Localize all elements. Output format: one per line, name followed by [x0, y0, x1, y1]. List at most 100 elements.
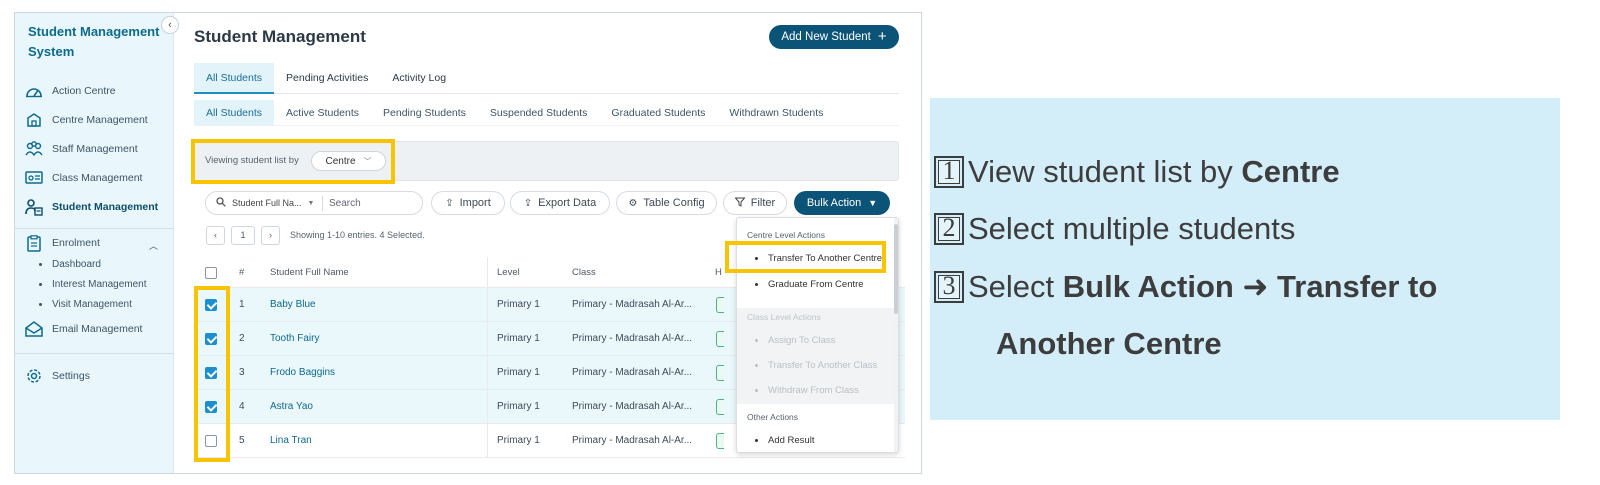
instruction-step-2: 2 Select multiple students — [934, 211, 1295, 247]
menu-item-add-result[interactable]: Add Result — [755, 435, 814, 446]
sidebar-collapse-button[interactable]: ‹ — [161, 16, 179, 34]
search-divider — [322, 196, 323, 211]
menu-item-graduate-from-centre[interactable]: Graduate From Centre — [755, 279, 864, 290]
menu-disabled-section: Class Level Actions Assign To Class Tran… — [737, 308, 898, 404]
tab-pending-activities[interactable]: Pending Activities — [274, 63, 380, 94]
sidebar-item-action-centre[interactable]: Action Centre — [25, 80, 170, 102]
menu-item-transfer-to-another-centre[interactable]: Transfer To Another Centre — [755, 253, 882, 264]
sidebar-item-email-management[interactable]: Email Management — [25, 318, 170, 340]
student-level: Primary 1 — [497, 435, 540, 446]
clipboard-icon — [25, 234, 43, 252]
main-tabs: All Students Pending Activities Activity… — [194, 63, 899, 94]
tab-activity-log[interactable]: Activity Log — [380, 63, 458, 94]
student-level: Primary 1 — [497, 401, 540, 412]
student-name-link[interactable]: Baby Blue — [270, 299, 316, 310]
step-text: Select — [968, 269, 1063, 304]
student-name-link[interactable]: Tooth Fairy — [270, 333, 319, 344]
menu-item-assign-to-class: Assign To Class — [755, 335, 835, 346]
sidebar-item-centre-management[interactable]: Centre Management — [25, 109, 170, 131]
student-level: Primary 1 — [497, 367, 540, 378]
sidebar-item-label: Enrolment — [52, 237, 100, 249]
subtab-graduated-students[interactable]: Graduated Students — [599, 100, 717, 125]
bulk-action-button[interactable]: Bulk Action ▼ — [794, 191, 890, 215]
subtab-all-students[interactable]: All Students — [194, 100, 275, 125]
chevron-up-icon[interactable]: ︿ — [149, 239, 158, 252]
row-checkbox[interactable] — [205, 435, 217, 447]
sidebar-subitem-visit-management[interactable]: Visit Management — [39, 299, 132, 310]
student-name-link[interactable]: Frodo Baggins — [270, 367, 335, 378]
main-content: Student Management Add New Student + All… — [175, 13, 921, 473]
export-data-button[interactable]: ⇪ Export Data — [510, 191, 610, 215]
row-checkbox[interactable] — [205, 367, 217, 379]
sidebar-item-label: Class Management — [52, 172, 143, 184]
subtab-active-students[interactable]: Active Students — [274, 100, 371, 125]
column-header-h[interactable]: H — [715, 267, 722, 278]
import-button[interactable]: ⇪ Import — [431, 191, 505, 215]
view-by-bar: Viewing student list by Centre ﹀ — [194, 141, 899, 181]
export-icon: ⇪ — [523, 197, 533, 209]
pagination: ‹ 1 › Showing 1-10 entries. 4 Selected. — [206, 225, 425, 245]
menu-item-transfer-to-another-class: Transfer To Another Class — [755, 360, 877, 371]
instruction-step-3: 3 Select Bulk Action ➜ Transfer to — [934, 269, 1437, 305]
table-config-button[interactable]: ⚙ Table Config — [616, 191, 717, 215]
row-number: 2 — [239, 333, 245, 344]
menu-group-class-level: Class Level Actions — [747, 312, 821, 322]
bulk-action-menu: Centre Level Actions Transfer To Another… — [736, 217, 899, 453]
subtab-pending-students[interactable]: Pending Students — [371, 100, 478, 125]
filter-button[interactable]: Filter — [723, 191, 787, 215]
sidebar-item-label: Settings — [52, 370, 90, 382]
student-level: Primary 1 — [497, 299, 540, 310]
column-header-class[interactable]: Class — [572, 267, 596, 278]
page-number[interactable]: 1 — [231, 225, 255, 245]
column-divider — [487, 424, 488, 458]
sidebar-item-label: Student Management — [52, 201, 159, 213]
sidebar-divider — [15, 228, 174, 229]
search-field-select[interactable]: Student Full Na... ▼ — [216, 192, 314, 214]
table-toolbar: Student Full Na... ▼ ⇪ Import ⇪ Export D… — [205, 191, 895, 215]
row-number: 3 — [239, 367, 245, 378]
student-name-link[interactable]: Astra Yao — [270, 401, 313, 412]
select-all-checkbox[interactable] — [205, 267, 217, 279]
instruction-step-3-continued: Another Centre — [996, 326, 1222, 361]
column-header-level[interactable]: Level — [497, 267, 520, 278]
staff-icon — [25, 141, 43, 157]
add-new-student-button[interactable]: Add New Student + — [769, 25, 899, 49]
caret-down-icon: ▼ — [868, 198, 878, 208]
tab-all-students[interactable]: All Students — [194, 63, 275, 94]
previous-page-button[interactable]: ‹ — [206, 225, 225, 245]
row-checkbox[interactable] — [205, 401, 217, 413]
student-name-link[interactable]: Lina Tran — [270, 435, 312, 446]
instruction-step-1: 1 View student list by Centre — [934, 154, 1340, 190]
filter-icon — [734, 197, 746, 210]
status-badge — [716, 365, 724, 381]
step-number: 2 — [934, 213, 964, 245]
search-group: Student Full Na... ▼ — [205, 191, 423, 215]
search-input[interactable] — [329, 195, 414, 211]
view-by-dropdown[interactable]: Centre ﹀ — [311, 151, 386, 171]
sidebar-item-label: Staff Management — [52, 143, 138, 155]
sidebar-item-label: Email Management — [52, 323, 143, 335]
sidebar-subitem-interest-management[interactable]: Interest Management — [39, 279, 147, 290]
step-bold: Centre — [1241, 154, 1340, 189]
entries-summary: Showing 1-10 entries. 4 Selected. — [290, 230, 425, 240]
caret-down-icon: ▼ — [307, 199, 315, 207]
menu-scrollbar[interactable] — [894, 218, 898, 452]
filter-label: Filter — [750, 197, 776, 209]
sidebar-item-settings[interactable]: Settings — [25, 365, 170, 387]
sidebar-item-class-management[interactable]: Class Management — [25, 167, 170, 189]
next-page-button[interactable]: › — [261, 225, 280, 245]
subtab-suspended-students[interactable]: Suspended Students — [478, 100, 600, 125]
student-class: Primary - Madrasah Al-Ar... — [572, 435, 693, 446]
status-badge — [716, 399, 724, 415]
row-checkbox[interactable] — [205, 299, 217, 311]
sidebar-subitem-dashboard[interactable]: Dashboard — [39, 259, 101, 270]
sidebar-item-label: Centre Management — [52, 114, 148, 126]
row-checkbox[interactable] — [205, 333, 217, 345]
subtab-withdrawn-students[interactable]: Withdrawn Students — [717, 100, 835, 125]
row-number: 4 — [239, 401, 245, 412]
sidebar-item-staff-management[interactable]: Staff Management — [25, 138, 170, 160]
sidebar-item-student-management[interactable]: Student Management — [25, 196, 170, 218]
sidebar-title: Student Management System — [28, 24, 160, 59]
column-header-name[interactable]: Student Full Name — [270, 267, 349, 278]
upload-icon: ⇪ — [445, 197, 454, 209]
